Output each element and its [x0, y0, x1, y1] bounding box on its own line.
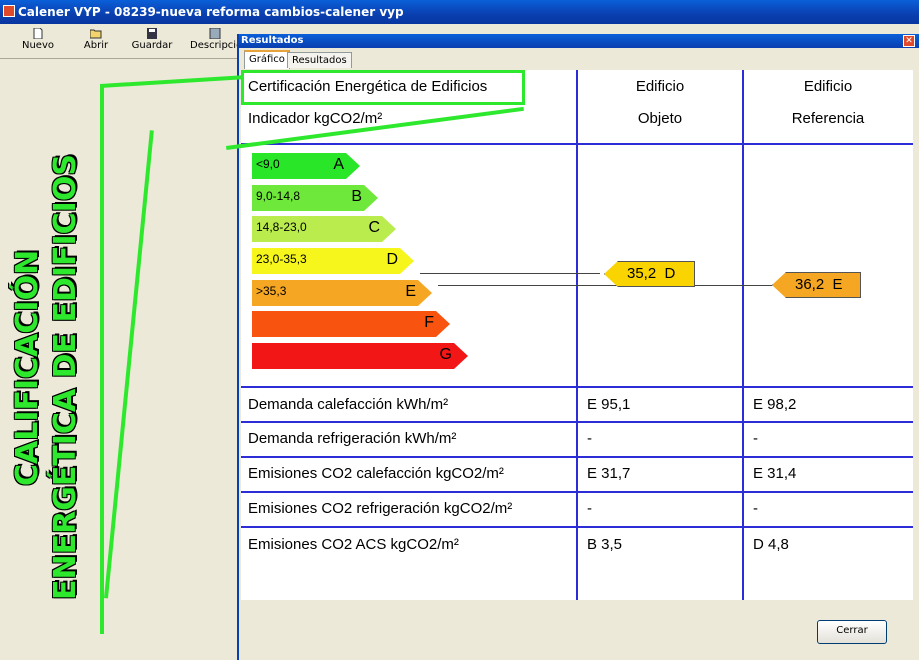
scale-bar-c: 14,8-23,0 C [252, 216, 396, 242]
objeto-rating-indicator: 35,2 D [604, 261, 695, 287]
row-label: Emisiones CO2 calefacción kgCO2/m² [248, 465, 504, 482]
row-label: Demanda refrigeración kWh/m² [248, 430, 457, 447]
row-label: Emisiones CO2 refrigeración kgCO2/m² [248, 500, 513, 517]
close-button[interactable]: Cerrar [817, 620, 887, 644]
col-ref-subtitle: Referencia [791, 110, 865, 127]
row-objeto-value: - [587, 430, 592, 447]
scale-bar-b: 9,0-14,8 B [252, 185, 378, 211]
row-objeto-value: E 31,7 [587, 465, 631, 482]
new-button[interactable]: Nuevo [18, 26, 58, 56]
col-objeto-subtitle: Objeto [637, 110, 683, 127]
row-referencia-value: E 98,2 [753, 396, 797, 413]
row-referencia-value: - [753, 500, 758, 517]
results-title: Resultados [241, 35, 304, 46]
app-icon [3, 5, 15, 17]
folder-icon [90, 29, 102, 39]
save-button[interactable]: Guardar [130, 26, 174, 56]
row-label: Demanda calefacción kWh/m² [248, 396, 449, 413]
row-referencia-value: E 31,4 [753, 465, 797, 482]
objeto-connector-line [420, 273, 600, 274]
results-title-bar: Resultados ✕ [239, 34, 919, 48]
referencia-connector-line [438, 285, 772, 286]
description-button[interactable]: Descripción [190, 26, 240, 56]
grid-line [576, 70, 578, 600]
annotation-line-1: CALIFICACIÓN [10, 249, 45, 486]
scale-bar-e: >35,3 E [252, 280, 432, 306]
tab-resultados[interactable]: Resultados [287, 52, 352, 68]
close-icon[interactable]: ✕ [903, 35, 915, 47]
indicator-label: Indicador kgCO2/m² [248, 110, 383, 127]
scale-bar-a: <9,0 A [252, 153, 360, 179]
row-objeto-value: - [587, 500, 592, 517]
description-icon [209, 28, 221, 39]
callout-line [100, 84, 104, 634]
scale-bar-d: 23,0-35,3 D [252, 248, 414, 274]
grid-line [742, 70, 744, 600]
app-title-bar: Calener VYP - 08239-nueva reforma cambio… [0, 0, 919, 24]
scale-bar-f: F [252, 311, 450, 337]
new-file-icon [33, 28, 43, 39]
highlight-box [241, 70, 525, 105]
save-icon [147, 28, 157, 39]
row-label: Emisiones CO2 ACS kgCO2/m² [248, 536, 459, 553]
col-objeto-title: Edificio [635, 78, 685, 95]
row-referencia-value: - [753, 430, 758, 447]
row-referencia-value: D 4,8 [753, 536, 789, 553]
app-title: Calener VYP - 08239-nueva reforma cambio… [18, 5, 404, 19]
col-ref-title: Edificio [803, 78, 853, 95]
open-button[interactable]: Abrir [76, 26, 116, 56]
tab-grafico[interactable]: Gráfico [244, 50, 290, 69]
row-objeto-value: B 3,5 [587, 536, 623, 553]
annotation-line-2: ENERGÉTICA DE EDIFICIOS [48, 154, 83, 600]
scale-bar-g: G [252, 343, 468, 369]
referencia-rating-indicator: 36,2 E [772, 272, 861, 298]
row-objeto-value: E 95,1 [587, 396, 631, 413]
